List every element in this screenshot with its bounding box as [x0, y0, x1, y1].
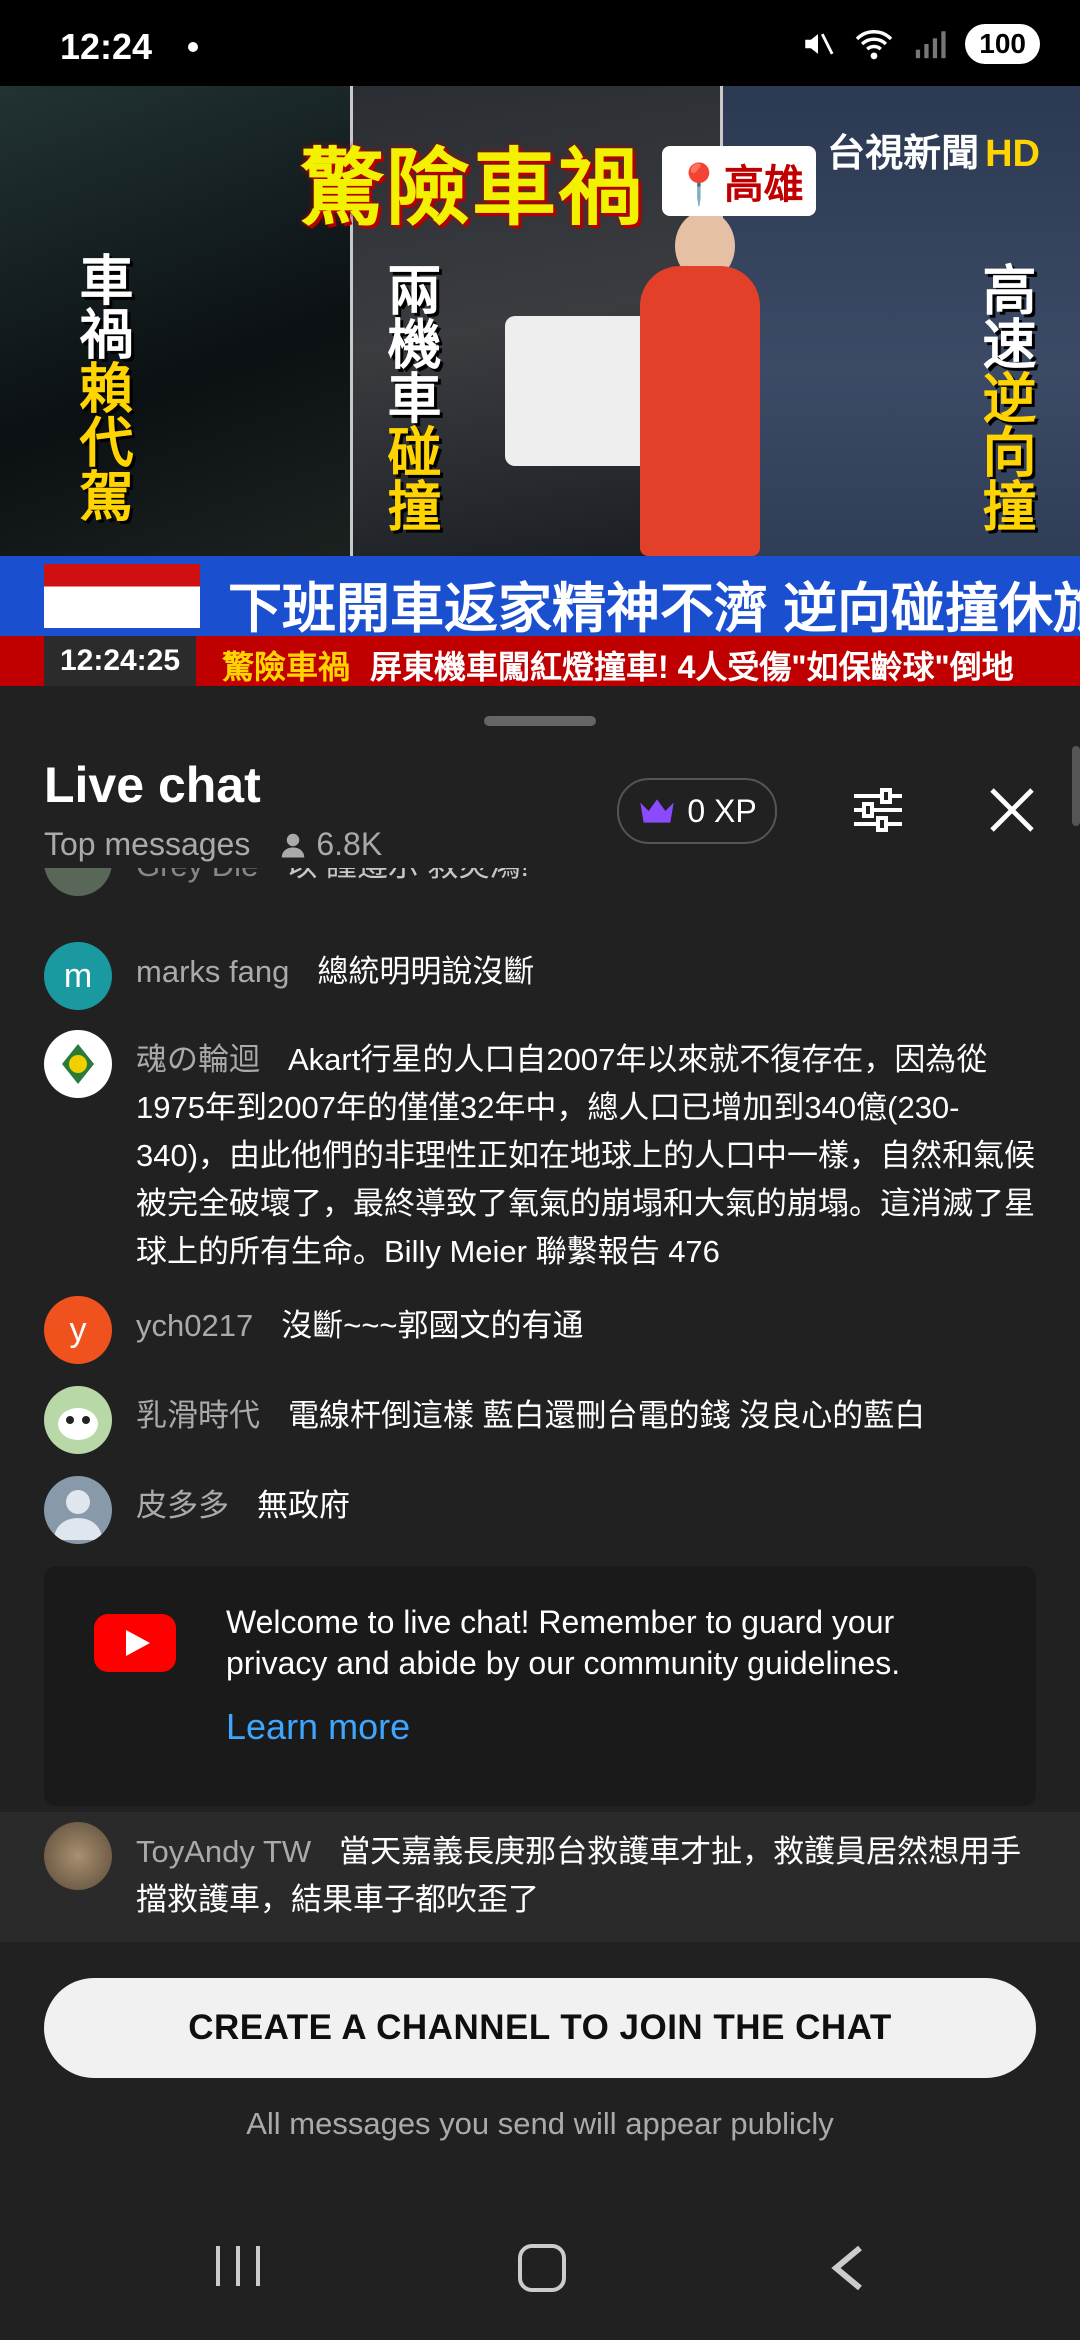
- message-author[interactable]: 乳滑時代: [136, 1398, 260, 1433]
- right-caption: 高速逆向撞: [974, 262, 1034, 532]
- avatar: y: [44, 1296, 112, 1364]
- welcome-card: Welcome to live chat! Remember to guard …: [44, 1566, 1036, 1806]
- message-text: Akart行星的人口自2007年以來就不復存在，因為從1975年到2007年的僅…: [136, 1042, 1036, 1269]
- chat-title: Live chat: [44, 757, 261, 813]
- back-icon[interactable]: [828, 2244, 868, 2292]
- message-author[interactable]: ych0217: [136, 1308, 253, 1343]
- list-item[interactable]: ToyAndy TW 當天嘉義長庚那台救護車才扯，救護員居然想用手擋救護車，結果車…: [44, 1822, 1044, 1924]
- left-caption: 車禍賴代駕: [71, 252, 131, 522]
- live-chat-panel: Live chat Top messages 6.8K 0 XP Grey Di…: [0, 686, 1080, 2340]
- video-headline: 驚險車禍: [300, 141, 645, 235]
- viewer-count: 6.8K: [278, 826, 382, 863]
- youtube-logo-icon: [94, 1614, 176, 1672]
- recent-apps-icon[interactable]: [216, 2246, 260, 2286]
- avatar: [44, 1030, 112, 1098]
- message-text: 無政府: [257, 1488, 350, 1523]
- ticker-clock: 12:24:25: [44, 636, 196, 686]
- person-icon: [282, 833, 305, 857]
- battery-indicator: 100: [965, 24, 1040, 64]
- chat-mode-selector[interactable]: Top messages 6.8K: [44, 826, 382, 863]
- avatar-cow-icon: [58, 1408, 98, 1440]
- list-item[interactable]: 皮多多 無政府: [44, 1476, 1044, 1544]
- signal-icon: [916, 31, 946, 59]
- news-anchor-image: [640, 266, 760, 556]
- filter-settings-icon[interactable]: [850, 782, 906, 838]
- mute-icon: [805, 33, 834, 55]
- avatar: [44, 868, 112, 896]
- crown-icon: [640, 799, 674, 823]
- list-item[interactable]: 乳滑時代 電線杆倒這樣 藍白還刪台電的錢 沒良心的藍白: [44, 1386, 1044, 1454]
- chat-mode-label: Top messages: [44, 826, 251, 862]
- list-item[interactable]: m marks fang 總統明明說沒斷: [44, 942, 1044, 1010]
- lower-third-text: 下班開車返家精神不濟 逆向碰撞休旅車: [228, 579, 1080, 639]
- message-author[interactable]: marks fang: [136, 954, 289, 989]
- avatar: [44, 1386, 112, 1454]
- message-author[interactable]: 魂の輪迴: [136, 1042, 260, 1077]
- avatar: [44, 1476, 112, 1544]
- lower-third: 下班開車返家精神不濟 逆向碰撞休旅車: [0, 556, 1080, 639]
- message-author[interactable]: ToyAndy TW: [136, 1834, 311, 1869]
- list-item: Grey Die以 謹遵示 救災鴻!: [44, 868, 1044, 896]
- system-nav-bar: [0, 2204, 1080, 2340]
- message-author[interactable]: 皮多多: [136, 1488, 229, 1523]
- status-bar: 12:24 100: [0, 0, 1080, 86]
- channel-logo: 台視新聞 HD: [827, 133, 1040, 175]
- news-ticker: 12:24:25 驚險車禍 屏東機車闖紅燈撞車! 4人受傷"如保齡球"倒地: [0, 636, 1080, 686]
- drag-handle[interactable]: [484, 716, 596, 726]
- xp-button[interactable]: 0 XP: [617, 778, 777, 844]
- message-text: 電線杆倒這樣 藍白還刪台電的錢 沒良心的藍白: [288, 1398, 926, 1433]
- public-messages-notice: All messages you send will appear public…: [246, 2106, 834, 2141]
- pinned-message[interactable]: ToyAndy TW 當天嘉義長庚那台救護車才扯，救護員居然想用手擋救護車，結果車…: [0, 1812, 1080, 1942]
- list-item[interactable]: y ych0217 沒斷~~~郭國文的有通: [44, 1296, 1044, 1364]
- notification-dot-icon: [188, 42, 198, 52]
- avatar: [44, 1822, 112, 1890]
- middle-caption: 兩機車碰撞: [379, 262, 439, 532]
- create-channel-button[interactable]: CREATE A CHANNEL TO JOIN THE CHAT: [44, 1978, 1036, 2078]
- close-icon[interactable]: [988, 782, 1036, 838]
- welcome-text: Welcome to live chat! Remember to guard …: [226, 1604, 901, 1681]
- avatar: m: [44, 942, 112, 1010]
- message-text: 沒斷~~~郭國文的有通: [281, 1308, 584, 1343]
- video-location-badge: 📍高雄: [662, 146, 816, 216]
- home-icon[interactable]: [518, 2244, 566, 2292]
- ticker-text: 驚險車禍 屏東機車闖紅燈撞車! 4人受傷"如保齡球"倒地: [222, 649, 1014, 685]
- video-panel-left: [0, 86, 350, 556]
- video-player[interactable]: 驚險車禍 📍高雄 台視新聞 HD 車禍賴代駕 兩機車碰撞 高速逆向撞 下班開車返家…: [0, 86, 1080, 686]
- status-time: 12:24: [60, 26, 153, 67]
- flag-graphic: [44, 564, 200, 628]
- avatar-emblem-icon: [62, 1044, 94, 1084]
- list-item[interactable]: 魂の輪迴 Akart行星的人口自2007年以來就不復存在，因為從1975年到200…: [44, 1030, 1044, 1276]
- learn-more-link[interactable]: Learn more: [226, 1706, 410, 1748]
- message-text: 總統明明說沒斷: [317, 954, 535, 989]
- status-icons: 100: [801, 24, 1040, 64]
- default-avatar-icon: [54, 1490, 102, 1540]
- xp-label: 0 XP: [687, 792, 757, 829]
- scrollbar[interactable]: [1072, 746, 1080, 826]
- wifi-icon: [856, 30, 893, 60]
